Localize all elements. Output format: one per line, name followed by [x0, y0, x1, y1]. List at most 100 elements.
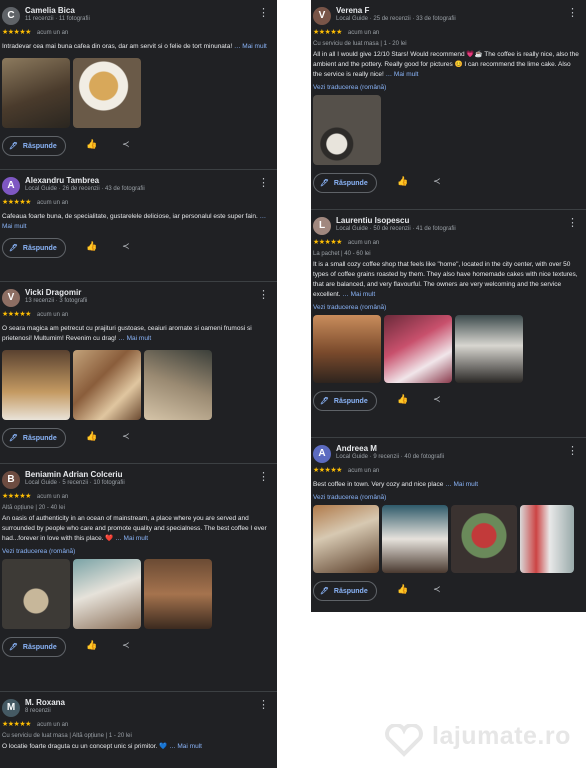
share-icon[interactable]: ≺	[122, 640, 130, 651]
review-card: C Camelia Bica 11 recenzii · 11 fotograf…	[0, 0, 277, 170]
more-link[interactable]: … Mai mult	[118, 335, 151, 342]
review-date: acum un an	[36, 200, 69, 206]
more-options-icon[interactable]: ⋮	[258, 178, 269, 189]
reviewer-meta: 8 recenzii	[25, 708, 51, 714]
review-card: A Alexandru Tambrea Local Guide · 26 de …	[0, 170, 277, 282]
review-photo[interactable]	[73, 350, 141, 420]
reviews-column-right: V Verena F Local Guide · 25 de recenzii …	[311, 0, 586, 612]
more-options-icon[interactable]: ⋮	[258, 8, 269, 19]
reply-icon: 🖊	[9, 644, 18, 651]
review-photo[interactable]	[2, 58, 70, 128]
review-photo[interactable]	[313, 505, 379, 573]
reply-button[interactable]: 🖊 Răspunde	[2, 637, 66, 657]
translate-link[interactable]: Vezi traducerea (română)	[0, 546, 277, 555]
like-icon[interactable]: 👍	[86, 241, 97, 252]
translate-link[interactable]: Vezi traducerea (română)	[311, 302, 586, 311]
more-link[interactable]: … Mai mult	[234, 43, 267, 50]
avatar[interactable]: A	[2, 177, 20, 195]
more-options-icon[interactable]: ⋮	[258, 700, 269, 711]
avatar[interactable]: M	[2, 699, 20, 717]
reviewer-name[interactable]: M. Roxana	[25, 698, 65, 707]
review-photo[interactable]	[455, 315, 523, 383]
more-link[interactable]: … Mai mult	[115, 535, 148, 542]
more-link[interactable]: … Mai mult	[386, 71, 419, 78]
review-date: acum un an	[347, 30, 380, 36]
star-rating: ★★★★★	[313, 239, 342, 246]
share-icon[interactable]: ≺	[433, 394, 441, 405]
more-options-icon[interactable]: ⋮	[258, 472, 269, 483]
review-photo[interactable]	[2, 559, 70, 629]
review-photos	[311, 91, 586, 169]
star-rating: ★★★★★	[2, 493, 31, 500]
review-photo[interactable]	[144, 559, 212, 629]
reviewer-name[interactable]: Verena F	[336, 6, 369, 15]
review-card: B Beniamin Adrian Colceriu Local Guide ·…	[0, 464, 277, 692]
avatar[interactable]: A	[313, 445, 331, 463]
star-rating: ★★★★★	[313, 467, 342, 474]
more-options-icon[interactable]: ⋮	[567, 218, 578, 229]
review-photo[interactable]	[384, 315, 452, 383]
avatar[interactable]: B	[2, 471, 20, 489]
reviewer-name[interactable]: Alexandru Tambrea	[25, 176, 99, 185]
review-photo[interactable]	[382, 505, 448, 573]
review-text: It is a small cozy coffee shop that feel…	[313, 261, 578, 298]
reply-button[interactable]: 🖊 Răspunde	[313, 581, 377, 601]
reviewer-name[interactable]: Vicki Dragomir	[25, 288, 81, 297]
share-icon[interactable]: ≺	[122, 139, 130, 150]
reply-button[interactable]: 🖊 Răspunde	[313, 173, 377, 193]
avatar[interactable]: V	[2, 289, 20, 307]
review-photo[interactable]	[313, 95, 381, 165]
star-rating: ★★★★★	[2, 29, 31, 36]
avatar[interactable]: C	[2, 7, 20, 25]
review-text: Best coffee in town. Very cozy and nice …	[313, 481, 479, 488]
like-icon[interactable]: 👍	[86, 431, 97, 442]
share-icon[interactable]: ≺	[122, 431, 130, 442]
review-photo[interactable]	[520, 505, 574, 573]
review-date: acum un an	[36, 30, 69, 36]
reply-button[interactable]: 🖊 Răspunde	[2, 428, 66, 448]
reviewer-name[interactable]: Laurentiu Isopescu	[336, 216, 409, 225]
more-options-icon[interactable]: ⋮	[258, 290, 269, 301]
like-icon[interactable]: 👍	[86, 640, 97, 651]
review-attributes: Cu serviciu de luat masa | Altă opțiune …	[2, 733, 132, 739]
watermark-heart-icon	[385, 724, 423, 757]
like-icon[interactable]: 👍	[397, 176, 408, 187]
reply-button[interactable]: 🖊 Răspunde	[2, 238, 66, 258]
review-text: O locatie foarte draguta cu un concept u…	[2, 743, 202, 750]
reply-button[interactable]: 🖊 Răspunde	[313, 391, 377, 411]
like-icon[interactable]: 👍	[86, 139, 97, 150]
review-card: A Andreea M Local Guide · 9 recenzii · 4…	[311, 438, 586, 612]
more-link[interactable]: … Mai mult	[445, 481, 478, 488]
review-photo[interactable]	[73, 559, 141, 629]
more-options-icon[interactable]: ⋮	[567, 446, 578, 457]
review-photo[interactable]	[451, 505, 517, 573]
share-icon[interactable]: ≺	[433, 584, 441, 595]
reviewer-name[interactable]: Camelia Bica	[25, 6, 75, 15]
review-date: acum un an	[347, 468, 380, 474]
reviewer-name[interactable]: Beniamin Adrian Colceriu	[25, 470, 123, 479]
share-icon[interactable]: ≺	[433, 176, 441, 187]
share-icon[interactable]: ≺	[122, 241, 130, 252]
reply-icon: 🖊	[9, 143, 18, 150]
more-link[interactable]: … Mai mult	[342, 291, 375, 298]
more-link[interactable]: … Mai mult	[169, 743, 202, 750]
avatar[interactable]: L	[313, 217, 331, 235]
translate-link[interactable]: Vezi traducerea (română)	[311, 492, 586, 501]
review-text: Intradevar cea mai buna cafea din oras, …	[2, 43, 267, 50]
review-photo[interactable]	[73, 58, 141, 128]
review-photo[interactable]	[2, 350, 70, 420]
star-rating: ★★★★★	[313, 29, 342, 36]
reviewer-name[interactable]: Andreea M	[336, 444, 377, 453]
reply-button[interactable]: 🖊 Răspunde	[2, 136, 66, 156]
review-date: acum un an	[347, 240, 380, 246]
translate-link[interactable]: Vezi traducerea (română)	[311, 82, 586, 91]
avatar[interactable]: V	[313, 7, 331, 25]
review-card: V Verena F Local Guide · 25 de recenzii …	[311, 0, 586, 210]
reply-icon: 🖊	[320, 588, 329, 595]
reviewer-meta: Local Guide · 50 de recenzii · 41 de fot…	[336, 226, 456, 232]
like-icon[interactable]: 👍	[397, 584, 408, 595]
like-icon[interactable]: 👍	[397, 394, 408, 405]
more-options-icon[interactable]: ⋮	[567, 8, 578, 19]
review-photo[interactable]	[313, 315, 381, 383]
review-photo[interactable]	[144, 350, 212, 420]
